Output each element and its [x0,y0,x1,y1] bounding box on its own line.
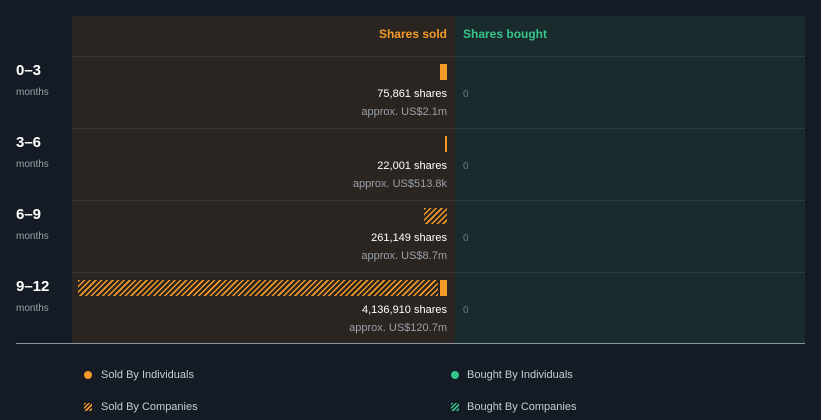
legend-bought-companies: Bought By Companies [467,401,577,413]
shares-bought-value: 0 [463,89,469,100]
bar-sold-companies [78,280,439,296]
period-label: 0–3 [16,62,42,79]
sold-companies-legend-icon [84,403,92,411]
shares-sold-value: 75,861 shares [377,88,447,100]
bought-individuals-legend-icon [451,371,459,379]
usd-sold-value: approx. US$8.7m [361,250,447,262]
row-separator [72,128,805,129]
period-unit: months [16,303,49,314]
row-separator [72,272,805,273]
bar-sold-individuals [445,136,447,152]
row-separator [72,200,805,201]
legend-sold-companies: Sold By Companies [101,401,198,413]
shares-sold-header: Shares sold [378,27,447,41]
period-label: 3–6 [16,134,42,151]
shares-sold-value: 261,149 shares [371,232,447,244]
period-unit: months [16,87,49,98]
chart-baseline [16,343,805,344]
legend-bought-individuals: Bought By Individuals [467,369,573,381]
period-unit: months [16,159,49,170]
shares-bought-value: 0 [463,233,469,244]
usd-sold-value: approx. US$2.1m [361,106,447,118]
shares-bought-header: Shares bought [463,27,548,41]
bar-sold-individuals [440,280,447,296]
bar-sold-individuals [440,64,447,80]
row-separator [72,56,805,57]
shares-bought-value: 0 [463,161,469,172]
bar-sold-companies [423,208,447,224]
sold-individuals-legend-icon [84,371,92,379]
shares-sold-value: 22,001 shares [377,160,447,172]
shares-bought-value: 0 [463,305,469,316]
usd-sold-value: approx. US$513.8k [352,178,447,190]
bought-companies-legend-icon [451,403,459,411]
usd-sold-value: approx. US$120.7m [349,322,447,334]
shares-bought-column [455,16,805,344]
legend-sold-individuals: Sold By Individuals [101,369,194,381]
period-label: 6–9 [16,206,42,223]
shares-sold-value: 4,136,910 shares [361,304,447,316]
period-label: 9–12 [16,278,50,295]
period-unit: months [16,231,49,242]
